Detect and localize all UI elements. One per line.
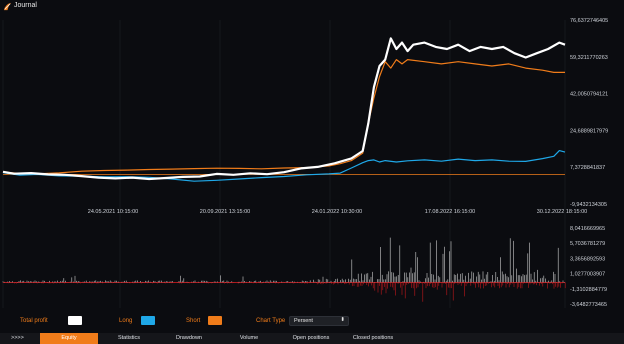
more-tabs-button[interactable]: >>>> [11, 333, 24, 344]
title-bar: Journal [0, 0, 624, 14]
window-title: Journal [14, 2, 37, 9]
tab-statistics[interactable]: Statistics [100, 333, 158, 344]
chevron-updown-icon: ⬍ [340, 317, 345, 323]
series-line-total-profit [2, 37, 566, 181]
volume-chart [2, 237, 566, 302]
short-label: Short [186, 318, 201, 324]
long-color-swatch[interactable] [141, 316, 155, 325]
y-tick-label: 7,3728841837 [570, 165, 605, 171]
chart-type-value: Persent [294, 318, 313, 324]
volume-y-tick-label: 8,0416669965 [570, 226, 605, 232]
y-tick-label: 42,0050794121 [570, 92, 608, 98]
long-label: Long [119, 318, 133, 324]
x-tick-label: 24.05.2021 10:15:00 [88, 209, 138, 215]
volume-y-tick-label: 1,0277003907 [570, 272, 605, 278]
app-logo-icon [3, 2, 12, 11]
short-color-swatch[interactable] [208, 316, 222, 325]
volume-y-tick-label: 5,7036781279 [570, 241, 605, 247]
bottom-tab-bar: >>>> Equity Statistics Drawdown Volume O… [0, 333, 624, 344]
grid [2, 20, 566, 308]
x-axis-labels: 24.05.2021 10:15:00 20.09.2021 13:15:00 24… [88, 209, 587, 215]
y-tick-label: 76,6372746405 [570, 18, 608, 24]
volume-y-tick-label: 3,3656892593 [570, 256, 605, 262]
y-axis-labels: 76,6372746405 59,3211770263 42,0050794121 2… [570, 18, 608, 208]
total-profit-label: Total profit [20, 318, 48, 324]
chart-type-select[interactable]: Persent ⬍ [289, 316, 349, 326]
charts-area: 76,6372746405 59,3211770263 42,0050794121 2… [2, 18, 608, 308]
tab-equity[interactable]: Equity [40, 333, 98, 344]
x-tick-label: 24.01.2022 10:30:00 [312, 209, 362, 215]
x-tick-label: 20.09.2021 13:15:00 [200, 209, 250, 215]
legend-bar: Total profit Long Short Chart Type Perse… [0, 308, 624, 334]
equity-chart [2, 37, 566, 182]
y-tick-label: -9,9432134305 [570, 202, 607, 208]
y-tick-label: 59,3211770263 [570, 55, 608, 61]
y-tick-label: 24,6889817979 [570, 128, 608, 134]
tab-closed-positions[interactable]: Closed positions [342, 333, 404, 344]
volume-y-axis-labels: 8,0416669965 5,7036781279 3,3656892593 1,02… [570, 226, 607, 308]
series-line-short [2, 59, 565, 175]
chart-type-label: Chart Type [256, 318, 286, 324]
tab-volume[interactable]: Volume [220, 333, 278, 344]
tab-drawdown[interactable]: Drawdown [160, 333, 218, 344]
volume-y-tick-label: -1,3102884779 [570, 287, 607, 293]
x-tick-label: 17.08.2022 16:15:00 [425, 209, 475, 215]
x-tick-label: 30.12.2022 18:15:00 [537, 209, 587, 215]
tab-open-positions[interactable]: Open positions [280, 333, 342, 344]
total-profit-color-swatch[interactable] [68, 316, 82, 325]
